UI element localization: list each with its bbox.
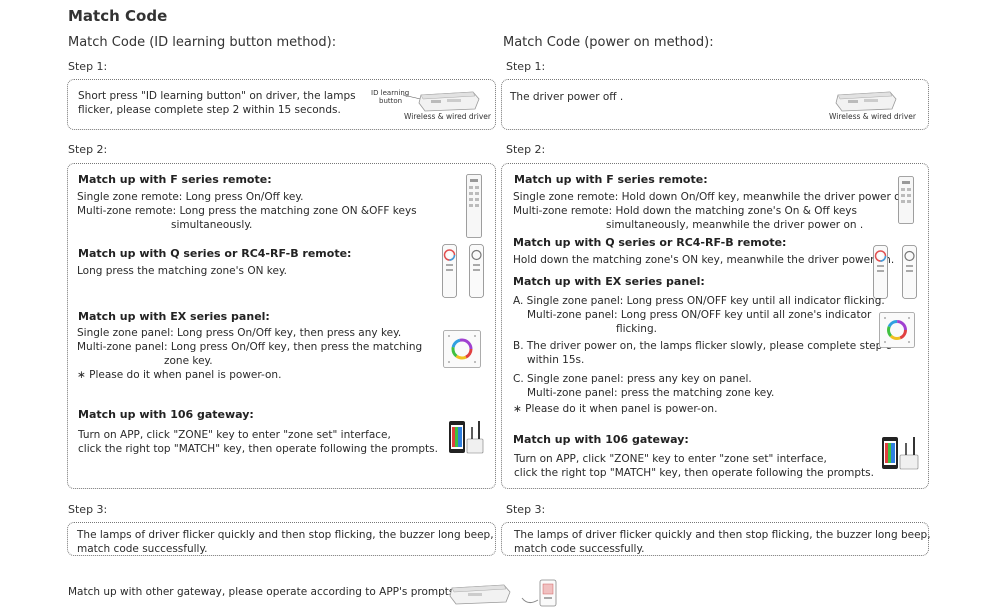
right-ex-line-6: C. Single zone panel: press any key on p… [513,373,752,385]
right-ex-note: ∗ Please do it when panel is power-on. [513,403,718,415]
left-column-heading: Match Code (ID learning button method): [68,35,337,50]
page-title: Match Code [68,7,168,25]
f-series-remote-icon [898,176,914,224]
left-driver-caption: Wireless & wired driver [404,112,491,121]
left-q-line-1: Long press the matching zone's ON key. [77,265,288,277]
right-step1-box: The driver power off . Wireless & wired … [501,79,929,130]
right-gw-line-1: Turn on APP, click "ZONE" key to enter "… [514,453,827,465]
left-ex-note: ∗ Please do it when panel is power-on. [77,369,282,381]
right-ex-line-1: A. Single zone panel: Long press ON/OFF … [513,295,885,307]
ex-series-panel-icon [879,312,915,348]
q-series-remote-icon [873,245,917,299]
right-f-line-2: Multi-zone remote: Hold down the matchin… [513,205,857,217]
left-gateway-title: Match up with 106 gateway: [78,408,254,421]
right-ex-series-title: Match up with EX series panel: [513,275,705,288]
right-step1-label: Step 1: [506,60,546,73]
gateway-106-icon [449,421,484,454]
right-ex-line-7: Multi-zone panel: press the matching zon… [527,387,775,399]
left-step3-line-1: The lamps of driver flicker quickly and … [77,529,494,541]
left-f-series-title: Match up with F series remote: [78,173,272,186]
right-step2-label: Step 2: [506,143,546,156]
q-series-remote-icon [442,244,484,298]
id-learning-label-2: button [379,97,403,105]
left-step2-label: Step 2: [68,143,108,156]
left-step1-label: Step 1: [68,60,108,73]
left-f-line-3: simultaneously. [171,219,253,231]
footer-note: Match up with other gateway, please oper… [68,586,458,598]
left-ex-line-1: Single zone panel: Long press On/Off key… [77,327,402,339]
right-step2-box: Match up with F series remote: Single zo… [501,163,929,489]
left-q-series-title: Match up with Q series or RC4-RF-B remot… [78,247,352,260]
right-f-line-1: Single zone remote: Hold down On/Off key… [513,191,914,203]
right-gw-line-2: click the right top "MATCH" key, then op… [514,467,874,479]
left-ex-line-3: zone key. [164,355,213,367]
gateway-106-icon [882,437,919,470]
right-ex-line-3: flicking. [616,323,657,335]
right-column-heading: Match Code (power on method): [503,35,714,50]
right-ex-line-2: Multi-zone panel: Long press ON/OFF key … [527,309,872,321]
left-step1-box: Short press "ID learning button" on driv… [67,79,496,130]
left-ex-line-2: Multi-zone panel: Long press On/Off key,… [77,341,423,353]
right-step3-box: The lamps of driver flicker quickly and … [501,522,931,556]
left-step1-line-2: flicker, please complete step 2 within 1… [78,104,341,116]
right-q-series-title: Match up with Q series or RC4-RF-B remot… [513,236,787,249]
left-f-line-1: Single zone remote: Long press On/Off ke… [77,191,304,203]
left-step1-line-1: Short press "ID learning button" on driv… [78,90,356,102]
right-driver-caption: Wireless & wired driver [829,112,916,121]
left-step3-label: Step 3: [68,503,108,516]
right-q-line-1: Hold down the matching zone's ON key, me… [513,254,895,266]
left-step3-line-2: match code successfully. [77,543,208,555]
driver-icon [835,91,897,112]
left-step3-box: The lamps of driver flicker quickly and … [67,522,496,556]
driver-icon [402,91,480,112]
right-step3-line-2: match code successfully. [514,543,645,555]
right-ex-line-5: within 15s. [527,354,585,366]
right-f-series-title: Match up with F series remote: [514,173,708,186]
right-f-line-3: simultaneously, meanwhile the driver pow… [606,219,864,231]
right-step3-line-1: The lamps of driver flicker quickly and … [514,529,931,541]
left-gw-line-2: click the right top "MATCH" key, then op… [78,443,438,455]
other-gateway-icon [449,579,557,607]
right-step3-label: Step 3: [506,503,546,516]
left-gw-line-1: Turn on APP, click "ZONE" key to enter "… [78,429,391,441]
left-ex-series-title: Match up with EX series panel: [78,310,270,323]
right-gateway-title: Match up with 106 gateway: [513,433,689,446]
ex-series-panel-icon [443,330,481,368]
right-ex-line-4: B. The driver power on, the lamps flicke… [513,340,892,352]
f-series-remote-icon [466,174,482,238]
left-step2-box: Match up with F series remote: Single zo… [67,163,496,489]
right-step1-line-1: The driver power off . [510,91,624,103]
left-f-line-2: Multi-zone remote: Long press the matchi… [77,205,417,217]
